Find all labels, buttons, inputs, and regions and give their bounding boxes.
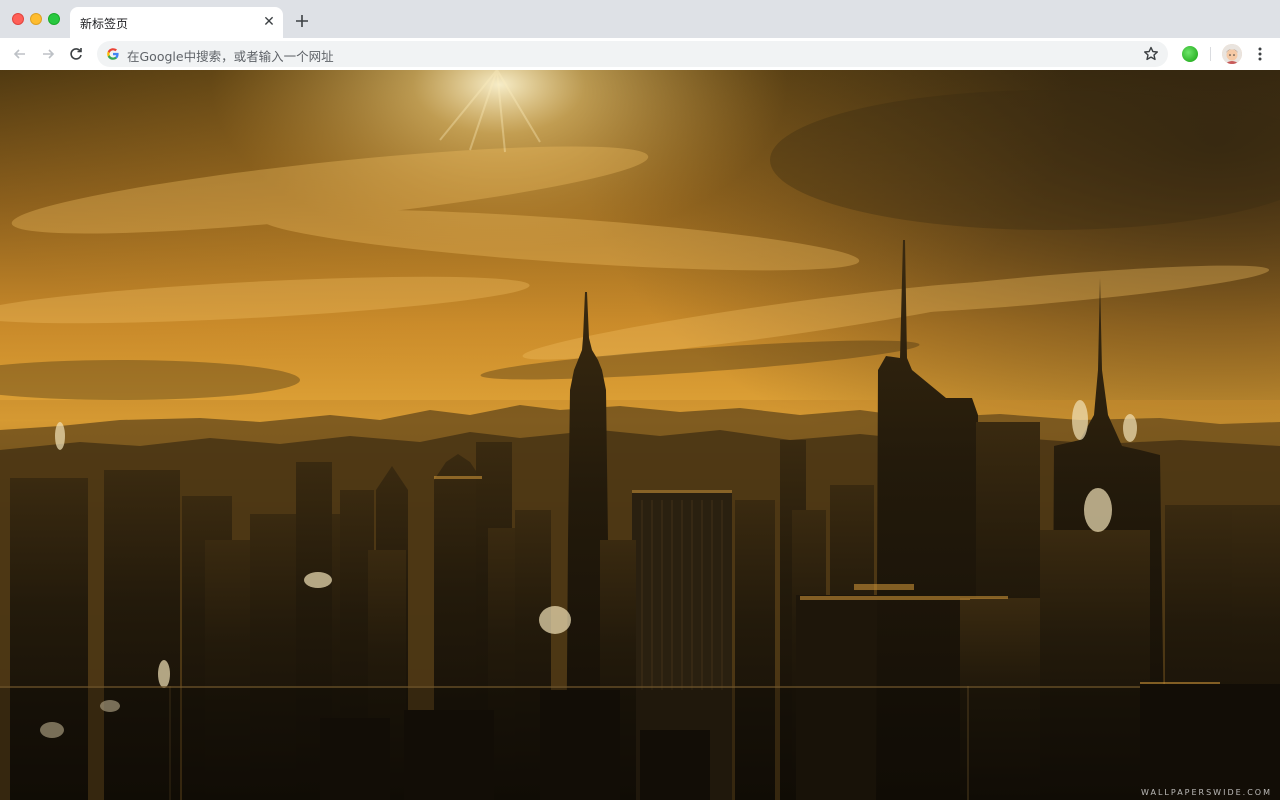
reload-icon	[70, 48, 82, 60]
new-tab-wallpaper: WALLPAPERSWIDE.COM	[0, 70, 1280, 800]
arrow-left-icon	[13, 49, 25, 59]
address-bar[interactable]: 在Google中搜索，或者输入一个网址	[97, 41, 1168, 67]
green-circle-extension-icon[interactable]	[1182, 46, 1198, 62]
close-icon[interactable]: ✕	[261, 14, 277, 30]
toolbar-divider	[1210, 47, 1211, 61]
tab-title: 新标签页	[80, 17, 129, 31]
kebab-menu-icon[interactable]	[1252, 44, 1268, 64]
city-skyline-wallpaper-image	[0, 70, 1280, 800]
reload-button[interactable]	[65, 43, 87, 65]
window-maximize-button[interactable]	[48, 13, 60, 25]
wallpaper-watermark: WALLPAPERSWIDE.COM	[1141, 788, 1272, 797]
omnibox-placeholder: 在Google中搜索，或者输入一个网址	[127, 49, 334, 64]
window-close-button[interactable]	[12, 13, 24, 25]
forward-button[interactable]	[37, 43, 59, 65]
plus-icon[interactable]	[292, 11, 312, 31]
toolbar: 在Google中搜索，或者输入一个网址	[0, 38, 1280, 70]
browser-window: 新标签页 ✕ 在Google中搜索，或者输入一个网址 WALLPAPERSWID…	[0, 0, 1280, 800]
avatar-icon[interactable]	[1222, 44, 1242, 64]
window-minimize-button[interactable]	[30, 13, 42, 25]
tab-new-tab[interactable]: 新标签页 ✕	[70, 7, 283, 38]
arrow-right-icon	[43, 49, 55, 59]
star-icon[interactable]	[1142, 45, 1160, 63]
back-button[interactable]	[9, 43, 31, 65]
tab-strip: 新标签页 ✕	[0, 0, 1280, 38]
google-g-icon	[107, 48, 119, 60]
